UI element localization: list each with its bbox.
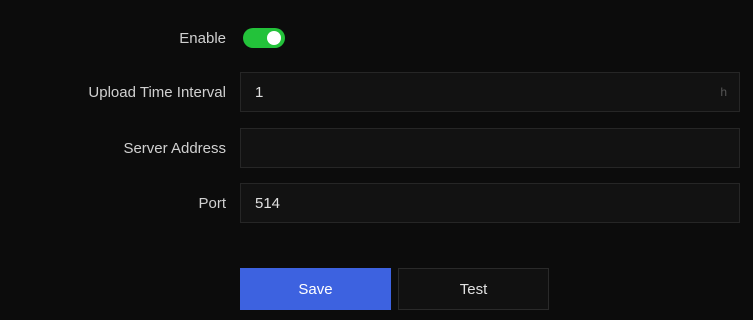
settings-form: Enable Upload Time Interval h Server Add…	[0, 0, 753, 320]
port-field[interactable]	[240, 183, 740, 223]
test-button[interactable]: Test	[398, 268, 549, 310]
port-input[interactable]	[241, 184, 739, 222]
server-address-label: Server Address	[123, 140, 226, 157]
unit-suffix: h	[720, 85, 727, 99]
toggle-knob	[267, 31, 281, 45]
enable-toggle[interactable]	[243, 28, 285, 48]
save-button[interactable]: Save	[240, 268, 391, 310]
server-address-input[interactable]	[241, 129, 739, 167]
upload-interval-input[interactable]	[241, 73, 739, 111]
server-address-field[interactable]	[240, 128, 740, 168]
upload-interval-field[interactable]: h	[240, 72, 740, 112]
upload-interval-label: Upload Time Interval	[88, 84, 226, 101]
enable-label: Enable	[179, 30, 226, 47]
port-label: Port	[198, 195, 226, 212]
